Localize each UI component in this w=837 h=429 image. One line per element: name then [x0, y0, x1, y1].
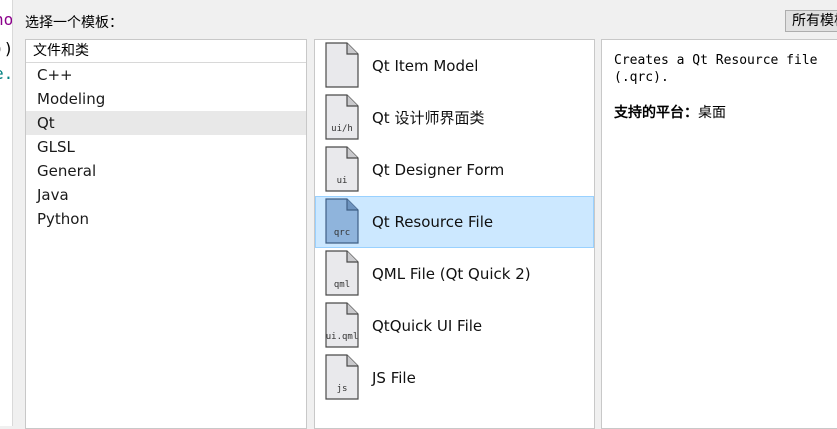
template-item-qt-designer-class[interactable]: ui/h Qt 设计师界面类	[315, 92, 594, 144]
file-icon: ui.qml	[325, 302, 359, 348]
template-label: Qt Resource File	[372, 213, 494, 231]
file-icon: qrc	[325, 198, 359, 244]
category-item-general[interactable]: General	[26, 159, 306, 183]
supported-platforms-value: 桌面	[698, 105, 726, 121]
template-item-js-file[interactable]: js JS File	[315, 352, 594, 404]
category-tree[interactable]: 文件和类 C++ Modeling Qt GLSL General Java P…	[25, 39, 307, 429]
template-label: Qt Designer Form	[372, 161, 505, 179]
background-code-editor: no )); e.	[0, 0, 12, 426]
file-icon-text: ui.qml	[325, 332, 359, 342]
template-label: Qt 设计师界面类	[372, 109, 485, 127]
code-fragment: no	[0, 10, 12, 29]
template-label: QtQuick UI File	[372, 317, 483, 335]
template-item-qml-file[interactable]: qml QML File (Qt Quick 2)	[315, 248, 594, 300]
template-item-qt-designer-form[interactable]: ui Qt Designer Form	[315, 144, 594, 196]
file-icon: ui	[325, 146, 359, 192]
file-icon: qml	[325, 250, 359, 296]
code-fragment: ));	[0, 39, 12, 58]
platform-filter-combobox[interactable]: 所有模板	[785, 10, 837, 32]
category-item-modeling[interactable]: Modeling	[26, 87, 306, 111]
file-icon	[325, 42, 359, 88]
category-item-glsl[interactable]: GLSL	[26, 135, 306, 159]
template-label: QML File (Qt Quick 2)	[372, 265, 531, 283]
category-item-qt[interactable]: Qt	[26, 111, 306, 135]
new-file-dialog: 选择一个模板： 所有模板 文件和类 C++ Modeling Qt GLSL G…	[12, 0, 837, 429]
template-item-qt-item-model[interactable]: Qt Item Model	[315, 40, 594, 92]
file-icon: js	[325, 354, 359, 400]
category-group-header[interactable]: 文件和类	[26, 40, 306, 63]
file-icon-text: ui	[336, 176, 348, 186]
template-item-qt-resource-file[interactable]: qrc Qt Resource File	[315, 196, 594, 248]
template-list[interactable]: Qt Item Model ui/h Qt 设计师界面类 ui Qt Desig…	[314, 39, 595, 429]
template-label: JS File	[372, 369, 416, 387]
template-description-panel: Creates a Qt Resource file (.qrc). 支持的平台…	[601, 39, 837, 429]
category-item-java[interactable]: Java	[26, 183, 306, 207]
category-item-cpp[interactable]: C++	[26, 63, 306, 87]
file-icon-text: ui/h	[331, 124, 353, 134]
supported-platforms: 支持的平台：桌面	[614, 102, 726, 122]
category-item-python[interactable]: Python	[26, 207, 306, 231]
supported-platforms-label: 支持的平台：	[614, 105, 698, 121]
file-icon-text: js	[336, 384, 348, 394]
file-icon: ui/h	[325, 94, 359, 140]
file-icon-text: qml	[333, 280, 351, 290]
template-description: Creates a Qt Resource file (.qrc).	[614, 53, 818, 85]
template-label: Qt Item Model	[372, 57, 479, 75]
code-fragment: e.	[0, 64, 12, 83]
choose-template-label: 选择一个模板：	[25, 15, 123, 31]
file-icon-text: qrc	[333, 228, 351, 238]
template-item-qtquick-ui-file[interactable]: ui.qml QtQuick UI File	[315, 300, 594, 352]
